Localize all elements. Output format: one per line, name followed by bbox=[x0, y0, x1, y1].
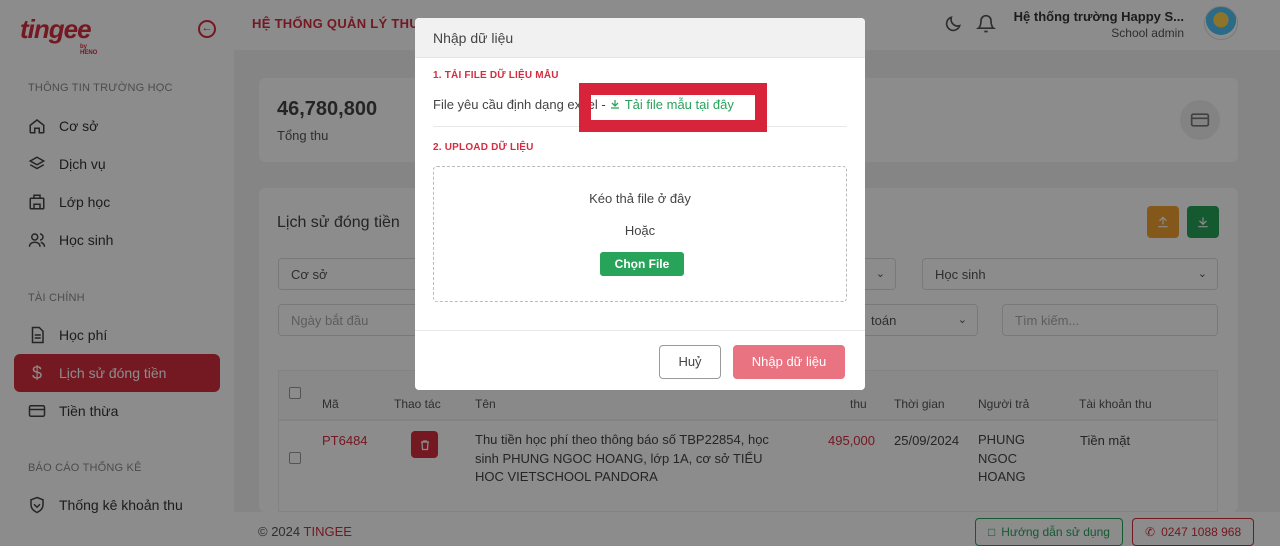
choose-file-button[interactable]: Chọn File bbox=[600, 252, 684, 276]
import-submit-button[interactable]: Nhập dữ liệu bbox=[733, 345, 845, 379]
modal-title: Nhập dữ liệu bbox=[415, 18, 865, 58]
cancel-button[interactable]: Huỷ bbox=[659, 345, 721, 379]
dropzone-text: Kéo thả file ở đây bbox=[589, 191, 691, 206]
step2-title: 2. UPLOAD DỮ LIỆU bbox=[433, 142, 534, 153]
highlight-annotation bbox=[579, 83, 767, 132]
import-data-modal: Nhập dữ liệu 1. TẢI FILE DỮ LIỆU MẪU Fil… bbox=[415, 18, 865, 390]
step1-title: 1. TẢI FILE DỮ LIỆU MẪU bbox=[433, 70, 559, 81]
modal-footer: Huỷ Nhập dữ liệu bbox=[415, 330, 865, 390]
file-dropzone[interactable]: Kéo thả file ở đây Hoặc Chọn File bbox=[433, 166, 847, 302]
dropzone-or: Hoặc bbox=[624, 223, 656, 238]
